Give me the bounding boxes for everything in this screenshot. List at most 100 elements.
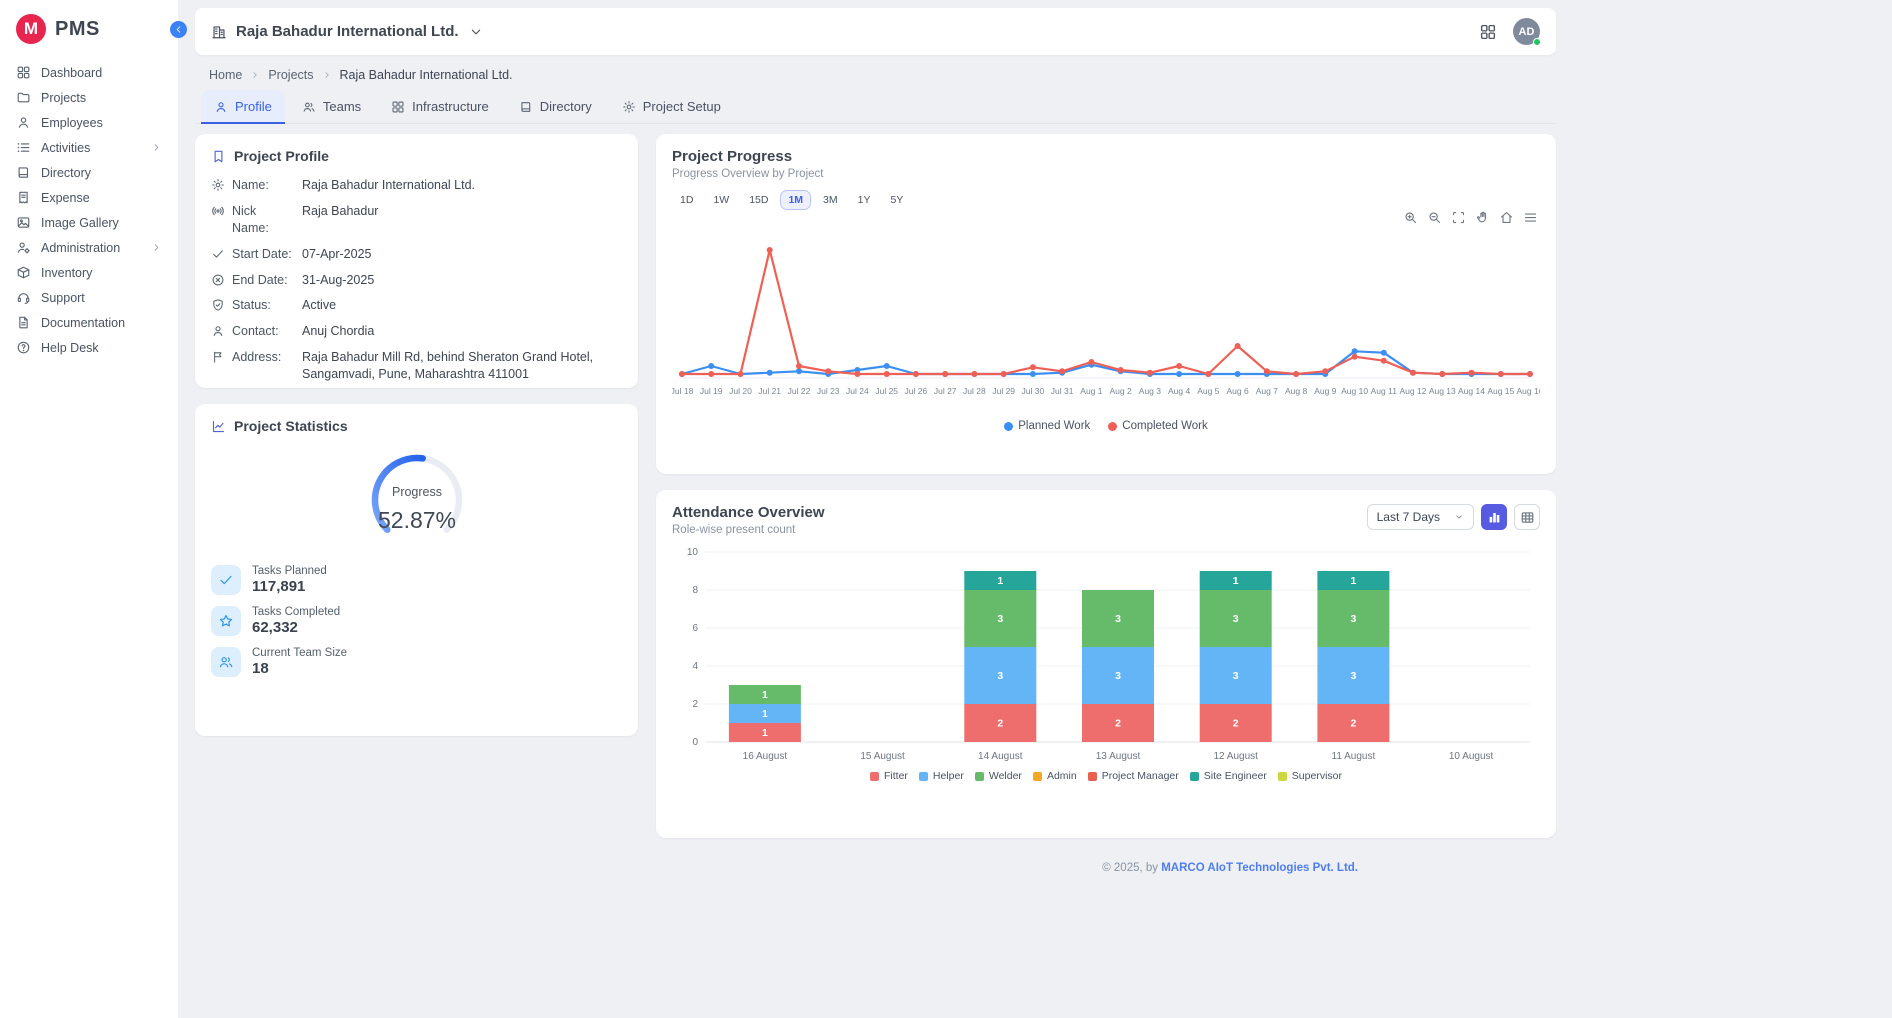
legend-item-project-manager[interactable]: Project Manager <box>1088 770 1179 782</box>
legend-item-site-engineer[interactable]: Site Engineer <box>1190 770 1267 782</box>
sidebar-item-expense[interactable]: Expense <box>0 185 178 210</box>
app-logo[interactable]: M PMS <box>0 0 178 54</box>
breadcrumb-item-home[interactable]: Home <box>209 68 242 82</box>
legend-label: Completed Work <box>1122 420 1207 432</box>
footer-brand-link[interactable]: MARCO AIoT Technologies Pvt. Ltd. <box>1161 862 1358 874</box>
legend-item-admin[interactable]: Admin <box>1033 770 1077 782</box>
zoom-in-icon[interactable] <box>1403 210 1418 225</box>
progress-card-subtitle: Progress Overview by Project <box>672 168 1540 180</box>
stats-card-title: Project Statistics <box>234 418 348 434</box>
apps-button[interactable] <box>1479 23 1497 41</box>
company-name: Raja Bahadur International Ltd. <box>236 23 459 40</box>
pan-icon[interactable] <box>1475 210 1490 225</box>
svg-text:Aug 10: Aug 10 <box>1341 386 1368 396</box>
home-icon[interactable] <box>1499 210 1514 225</box>
legend-item-planned-work[interactable]: Planned Work <box>1004 420 1090 432</box>
svg-text:3: 3 <box>1115 670 1121 682</box>
stat-current-team-size: Current Team Size 18 <box>211 647 622 677</box>
legend-item-helper[interactable]: Helper <box>919 770 964 782</box>
range-1w-button[interactable]: 1W <box>705 190 737 210</box>
stat-value: 117,891 <box>252 578 327 595</box>
sidebar-item-image-gallery[interactable]: Image Gallery <box>0 210 178 235</box>
sidebar-collapse-button[interactable] <box>170 21 187 38</box>
legend-label: Site Engineer <box>1204 770 1267 782</box>
field-label: Nick Name: <box>232 203 295 237</box>
company-selector[interactable]: Raja Bahadur International Ltd. <box>211 23 484 40</box>
legend-label: Project Manager <box>1102 770 1179 782</box>
table-view-button[interactable] <box>1514 504 1540 530</box>
help-icon <box>16 340 31 355</box>
svg-text:Aug 5: Aug 5 <box>1197 386 1219 396</box>
legend-swatch <box>1278 772 1287 781</box>
tab-label: Profile <box>235 99 272 114</box>
legend-item-completed-work[interactable]: Completed Work <box>1108 420 1207 432</box>
sidebar-item-inventory[interactable]: Inventory <box>0 260 178 285</box>
range-15d-button[interactable]: 15D <box>741 190 776 210</box>
field-label: Status: <box>232 297 295 314</box>
svg-text:Aug 12: Aug 12 <box>1400 386 1427 396</box>
breadcrumb-item-raja-bahadur-international-ltd[interactable]: Raja Bahadur International Ltd. <box>340 68 513 82</box>
sidebar-item-label: Activities <box>41 141 90 155</box>
stat-value: 62,332 <box>252 619 340 636</box>
stat-value: 18 <box>252 660 347 677</box>
apps-icon <box>1479 23 1497 41</box>
range-1d-button[interactable]: 1D <box>672 190 701 210</box>
sidebar-item-label: Help Desk <box>41 341 99 355</box>
range-3m-button[interactable]: 3M <box>815 190 846 210</box>
svg-text:1: 1 <box>762 689 768 701</box>
svg-text:11 August: 11 August <box>1332 751 1376 762</box>
user-icon <box>16 115 31 130</box>
svg-text:3: 3 <box>1233 613 1239 625</box>
attendance-chart[interactable]: 024681016 August11115 August14 August233… <box>672 546 1540 768</box>
tab-infrastructure[interactable]: Infrastructure <box>378 90 502 123</box>
sidebar-item-label: Image Gallery <box>41 216 119 230</box>
legend-swatch <box>975 772 984 781</box>
profile-field-contact: Contact: Anuj Chordia <box>211 323 622 340</box>
field-value: Raja Bahadur Mill Rd, behind Sheraton Gr… <box>302 349 612 383</box>
svg-text:Aug 14: Aug 14 <box>1458 386 1485 396</box>
range-1m-button[interactable]: 1M <box>780 190 811 210</box>
avatar[interactable]: AD <box>1513 18 1540 45</box>
book-icon <box>519 100 533 114</box>
range-5y-button[interactable]: 5Y <box>882 190 911 210</box>
footer-text: © 2025, by <box>1102 862 1161 874</box>
tab-project-setup[interactable]: Project Setup <box>609 90 734 123</box>
sidebar-item-dashboard[interactable]: Dashboard <box>0 60 178 85</box>
legend-item-welder[interactable]: Welder <box>975 770 1022 782</box>
tab-directory[interactable]: Directory <box>506 90 605 123</box>
stat-label: Tasks Planned <box>252 565 327 577</box>
sidebar: M PMS Dashboard Projects Employees Activ… <box>0 0 178 1018</box>
tab-profile[interactable]: Profile <box>201 90 285 123</box>
breadcrumb-item-projects[interactable]: Projects <box>268 68 313 82</box>
field-label: Address: <box>232 349 295 366</box>
range-1y-button[interactable]: 1Y <box>850 190 879 210</box>
star-icon <box>211 606 241 636</box>
sidebar-item-label: Support <box>41 291 85 305</box>
sidebar-item-employees[interactable]: Employees <box>0 110 178 135</box>
chart-view-button[interactable] <box>1481 504 1507 530</box>
menu-icon[interactable] <box>1523 210 1538 225</box>
legend-item-supervisor[interactable]: Supervisor <box>1278 770 1342 782</box>
svg-text:1: 1 <box>1233 575 1239 587</box>
progress-chart[interactable]: Jul 18Jul 19Jul 20Jul 21Jul 22Jul 23Jul … <box>672 220 1540 418</box>
list-icon <box>16 140 31 155</box>
legend-label: Planned Work <box>1018 420 1090 432</box>
svg-text:Jul 31: Jul 31 <box>1051 386 1074 396</box>
view-toggle-group <box>1481 504 1540 530</box>
sidebar-item-help-desk[interactable]: Help Desk <box>0 335 178 360</box>
sidebar-item-directory[interactable]: Directory <box>0 160 178 185</box>
sidebar-item-administration[interactable]: Administration <box>0 235 178 260</box>
sidebar-item-documentation[interactable]: Documentation <box>0 310 178 335</box>
svg-text:3: 3 <box>1350 670 1356 682</box>
sidebar-item-projects[interactable]: Projects <box>0 85 178 110</box>
logo-icon: M <box>16 14 46 44</box>
receipt-icon <box>16 190 31 205</box>
tab-teams[interactable]: Teams <box>289 90 374 123</box>
legend-item-fitter[interactable]: Fitter <box>870 770 908 782</box>
sidebar-item-support[interactable]: Support <box>0 285 178 310</box>
days-filter-select[interactable]: Last 7 Days <box>1367 504 1474 530</box>
selection-icon[interactable] <box>1451 210 1466 225</box>
sidebar-item-activities[interactable]: Activities <box>0 135 178 160</box>
svg-text:Jul 23: Jul 23 <box>817 386 840 396</box>
zoom-out-icon[interactable] <box>1427 210 1442 225</box>
